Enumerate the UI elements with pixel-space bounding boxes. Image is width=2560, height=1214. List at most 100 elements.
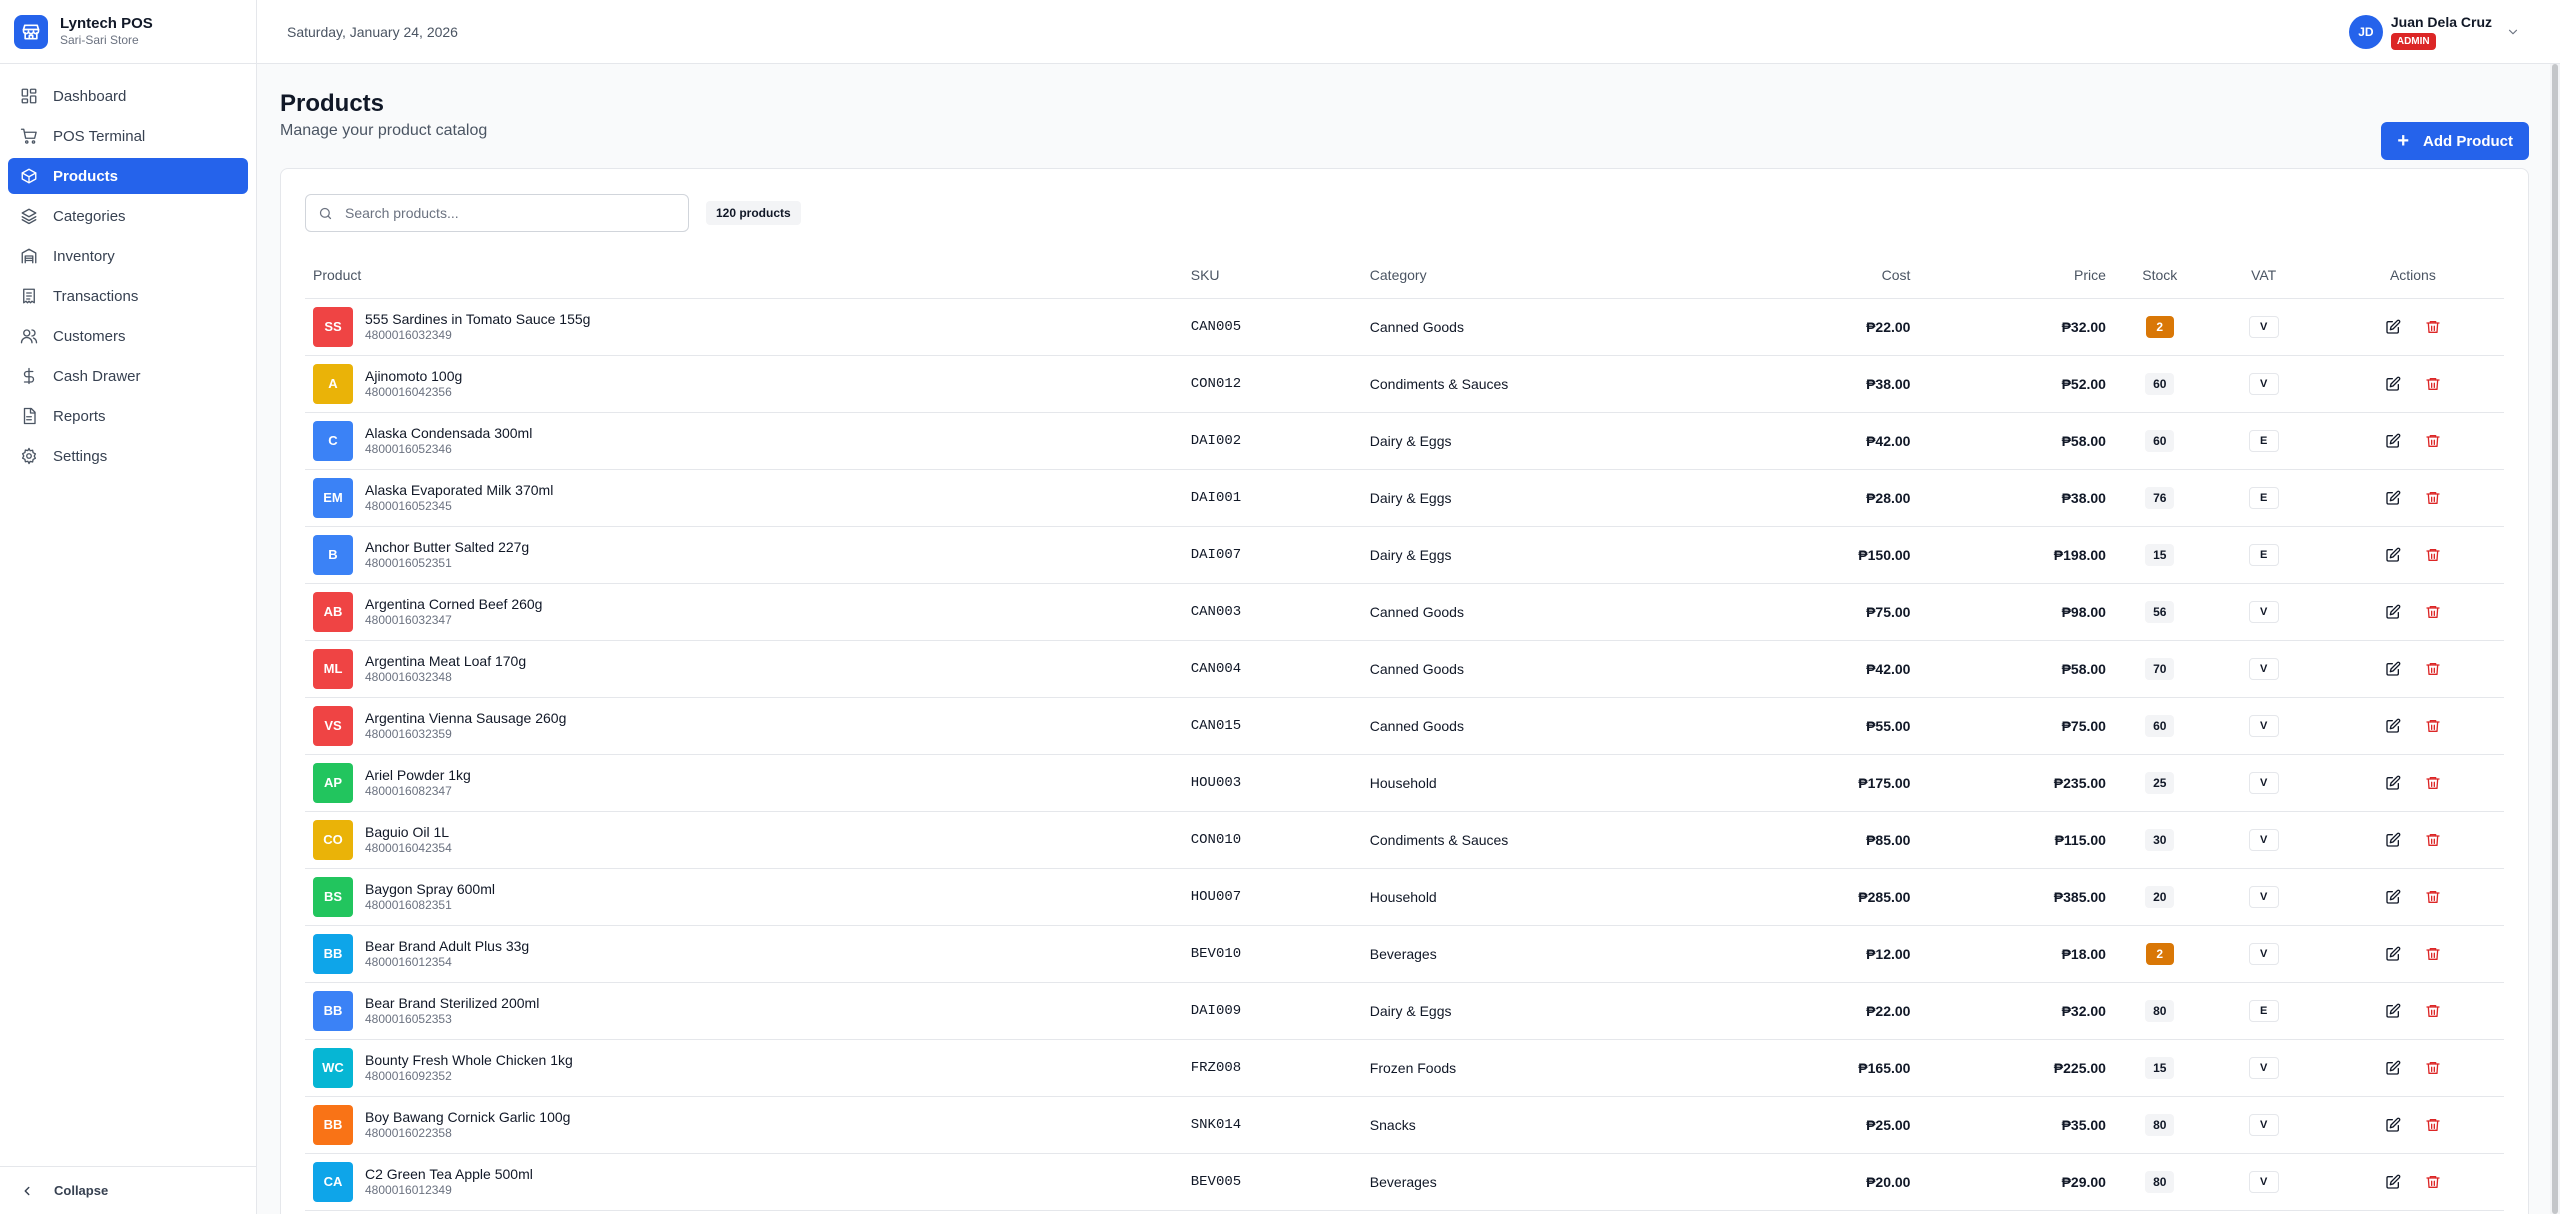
stock-badge: 30 xyxy=(2145,828,2175,851)
col-vat[interactable]: VAT xyxy=(2205,253,2322,299)
product-cell: VS Argentina Vienna Sausage 260g 480001603… xyxy=(305,697,1183,755)
delete-icon[interactable] xyxy=(2425,1174,2441,1190)
sidebar-item-categories[interactable]: Categories xyxy=(8,198,248,234)
edit-icon[interactable] xyxy=(2385,718,2401,734)
edit-icon[interactable] xyxy=(2385,1003,2401,1019)
edit-icon[interactable] xyxy=(2385,775,2401,791)
product-sku: DAI001 xyxy=(1182,469,1362,527)
sidebar-item-settings[interactable]: Settings xyxy=(8,438,248,474)
table-row[interactable]: ML Argentina Meat Loaf 170g 4800016032348 C… xyxy=(305,640,2504,698)
delete-icon[interactable] xyxy=(2425,1060,2441,1076)
product-price: ₱235.00 xyxy=(1918,754,2114,812)
delete-icon[interactable] xyxy=(2425,718,2441,734)
delete-icon[interactable] xyxy=(2425,832,2441,848)
delete-icon[interactable] xyxy=(2425,547,2441,563)
scrollbar-thumb[interactable] xyxy=(2552,64,2558,1214)
vat-cell: V xyxy=(2205,697,2322,755)
edit-icon[interactable] xyxy=(2385,319,2401,335)
sidebar-item-dashboard[interactable]: Dashboard xyxy=(8,78,248,114)
sidebar-item-products[interactable]: Products xyxy=(8,158,248,194)
product-category: Dairy & Eggs xyxy=(1361,982,1667,1040)
table-row[interactable]: BB Boy Bawang Cornick Garlic 100g 48000160… xyxy=(305,1096,2504,1154)
delete-icon[interactable] xyxy=(2425,946,2441,962)
page-scrollbar[interactable] xyxy=(2550,64,2560,1214)
table-row[interactable]: WC Bounty Fresh Whole Chicken 1kg 48000160… xyxy=(305,1039,2504,1097)
edit-icon[interactable] xyxy=(2385,490,2401,506)
sidebar-item-label: Products xyxy=(53,167,119,185)
delete-icon[interactable] xyxy=(2425,889,2441,905)
col-price[interactable]: Price xyxy=(1918,253,2114,299)
product-price: ₱225.00 xyxy=(1918,1039,2114,1097)
col-sku[interactable]: SKU xyxy=(1182,253,1362,299)
table-row[interactable]: C Alaska Condensada 300ml 4800016052346 DAI… xyxy=(305,412,2504,470)
dollar-icon xyxy=(20,367,38,385)
table-row[interactable]: CO Baguio Oil 1L 4800016042354 CON010 Condim… xyxy=(305,811,2504,869)
delete-icon[interactable] xyxy=(2425,490,2441,506)
product-name: C2 Green Tea Apple 500ml xyxy=(365,1165,533,1182)
delete-icon[interactable] xyxy=(2425,1003,2441,1019)
col-product[interactable]: Product xyxy=(305,253,1183,299)
edit-icon[interactable] xyxy=(2385,1060,2401,1076)
table-row[interactable]: BB Bear Brand Sterilized 200ml 48000160523… xyxy=(305,982,2504,1040)
vat-badge: E xyxy=(2248,543,2279,566)
stock-cell: 80 xyxy=(2113,1153,2206,1211)
delete-icon[interactable] xyxy=(2425,433,2441,449)
delete-icon[interactable] xyxy=(2425,1117,2441,1133)
edit-icon[interactable] xyxy=(2385,832,2401,848)
product-price: ₱115.00 xyxy=(1918,811,2114,869)
edit-icon[interactable] xyxy=(2385,1174,2401,1190)
sidebar-item-cash-drawer[interactable]: Cash Drawer xyxy=(8,358,248,394)
product-category: Canned Goods xyxy=(1361,640,1667,698)
delete-icon[interactable] xyxy=(2425,661,2441,677)
table-row[interactable]: AB Argentina Corned Beef 260g 480001603234… xyxy=(305,583,2504,641)
edit-icon[interactable] xyxy=(2385,547,2401,563)
table-row[interactable]: EM Alaska Evaporated Milk 370ml 4800016052… xyxy=(305,469,2504,527)
table-row[interactable]: AP Ariel Powder 1kg 4800016082347 HOU003 Hou… xyxy=(305,754,2504,812)
sidebar-item-label: Transactions xyxy=(53,287,139,305)
user-menu[interactable]: JD Juan Dela Cruz ADMIN xyxy=(2348,14,2520,50)
col-stock[interactable]: Stock xyxy=(2113,253,2206,299)
vat-cell: V xyxy=(2205,811,2322,869)
edit-icon[interactable] xyxy=(2385,1117,2401,1133)
table-row[interactable]: A Ajinomoto 100g 4800016042356 CON012 Condim… xyxy=(305,355,2504,413)
edit-icon[interactable] xyxy=(2385,889,2401,905)
edit-icon[interactable] xyxy=(2385,376,2401,392)
sidebar-item-transactions[interactable]: Transactions xyxy=(8,278,248,314)
sidebar-item-inventory[interactable]: Inventory xyxy=(8,238,248,274)
delete-icon[interactable] xyxy=(2425,319,2441,335)
sidebar-item-customers[interactable]: Customers xyxy=(8,318,248,354)
add-product-button[interactable]: + Add Product xyxy=(2381,122,2529,160)
collapse-button[interactable]: Collapse xyxy=(0,1166,257,1214)
product-name: 555 Sardines in Tomato Sauce 155g xyxy=(365,310,591,327)
avatar: JD xyxy=(2348,14,2383,49)
stock-cell: 15 xyxy=(2113,1039,2206,1097)
product-cost: ₱150.00 xyxy=(1666,526,1919,584)
edit-icon[interactable] xyxy=(2385,661,2401,677)
col-category[interactable]: Category xyxy=(1361,253,1667,299)
vat-badge: E xyxy=(2248,999,2279,1022)
edit-icon[interactable] xyxy=(2385,604,2401,620)
sidebar-item-pos-terminal[interactable]: POS Terminal xyxy=(8,118,248,154)
table-row[interactable]: B Anchor Butter Salted 227g 4800016052351 D… xyxy=(305,526,2504,584)
edit-icon[interactable] xyxy=(2385,946,2401,962)
product-avatar: WC xyxy=(313,1047,353,1088)
table-row[interactable]: SS 555 Sardines in Tomato Sauce 155g 48000… xyxy=(305,298,2504,356)
delete-icon[interactable] xyxy=(2425,604,2441,620)
store-name: Sari-Sari Store xyxy=(60,33,139,47)
edit-icon[interactable] xyxy=(2385,433,2401,449)
vat-badge: V xyxy=(2248,885,2279,908)
search-input[interactable] xyxy=(345,205,665,221)
product-name: Argentina Corned Beef 260g xyxy=(365,595,543,612)
col-cost[interactable]: Cost xyxy=(1666,253,1919,299)
vat-cell: E xyxy=(2205,982,2322,1040)
table-row[interactable]: BB Bear Brand Adult Plus 33g 4800016012354… xyxy=(305,925,2504,983)
product-category: Canned Goods xyxy=(1361,697,1667,755)
table-row[interactable]: CA C2 Green Tea Apple 500ml 4800016012349 B… xyxy=(305,1153,2504,1211)
product-sku: HOU003 xyxy=(1182,754,1362,812)
search-box[interactable] xyxy=(305,194,689,232)
sidebar-item-reports[interactable]: Reports xyxy=(8,398,248,434)
delete-icon[interactable] xyxy=(2425,376,2441,392)
delete-icon[interactable] xyxy=(2425,775,2441,791)
table-row[interactable]: BS Baygon Spray 600ml 4800016082351 HOU007 H… xyxy=(305,868,2504,926)
table-row[interactable]: VS Argentina Vienna Sausage 260g 480001603… xyxy=(305,697,2504,755)
